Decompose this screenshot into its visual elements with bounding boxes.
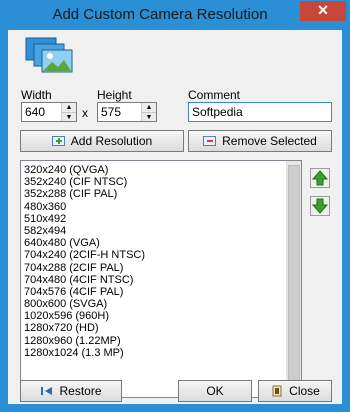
list-item[interactable]: 704x576 (4CIF PAL) <box>23 286 285 298</box>
list-item[interactable]: 1280x1024 (1.3 MP) <box>23 347 285 359</box>
resolution-list[interactable]: 320x240 (QVGA) 352x240 (CIF NTSC) 352x288 … <box>20 160 302 398</box>
comment-label: Comment <box>188 88 241 102</box>
arrow-up-icon <box>311 170 329 186</box>
width-spinbox[interactable]: 640 ▲ ▼ <box>21 102 77 122</box>
ok-label: OK <box>206 384 224 398</box>
list-item[interactable]: 704x480 (4CIF NTSC) <box>23 274 285 286</box>
list-item[interactable]: 704x240 (2CIF-H NTSC) <box>23 249 285 261</box>
title-bar: Add Custom Camera Resolution ✕ <box>0 0 350 30</box>
height-down-icon[interactable]: ▼ <box>142 113 156 122</box>
comment-input[interactable]: Softpedia <box>188 102 332 122</box>
dialog-client-area: Width 640 ▲ ▼ x Height 575 ▲ ▼ Comment S… <box>8 30 342 404</box>
remove-selected-label: Remove Selected <box>222 134 317 148</box>
list-item[interactable]: 1020x596 (960H) <box>23 310 285 322</box>
restore-label: Restore <box>59 384 102 398</box>
list-item[interactable]: 320x240 (QVGA) <box>23 164 285 176</box>
window-title: Add Custom Camera Resolution <box>52 6 268 23</box>
camera-resolution-icon <box>25 37 73 73</box>
list-item[interactable]: 582x494 <box>23 225 285 237</box>
list-item[interactable]: 640x480 (VGA) <box>23 237 285 249</box>
add-resolution-button[interactable]: Add Resolution <box>20 130 184 152</box>
ok-button[interactable]: OK <box>178 380 252 402</box>
list-item[interactable]: 800x600 (SVGA) <box>23 298 285 310</box>
height-label: Height <box>97 88 132 102</box>
restore-button[interactable]: Restore <box>20 380 122 402</box>
close-label: Close <box>289 384 320 398</box>
width-value[interactable]: 640 <box>25 105 45 119</box>
width-label: Width <box>21 88 52 102</box>
move-up-button[interactable] <box>310 168 330 188</box>
height-up-icon[interactable]: ▲ <box>142 103 156 113</box>
remove-icon <box>203 136 217 146</box>
height-spinbox[interactable]: 575 ▲ ▼ <box>97 102 157 122</box>
add-resolution-label: Add Resolution <box>70 134 153 148</box>
height-spin-arrows[interactable]: ▲ ▼ <box>141 103 156 121</box>
move-down-button[interactable] <box>310 196 330 216</box>
close-button[interactable]: Close <box>258 380 332 402</box>
list-item[interactable]: 480x360 <box>23 201 285 213</box>
list-item[interactable]: 352x288 (CIF PAL) <box>23 188 285 200</box>
list-item[interactable]: 352x240 (CIF NTSC) <box>23 176 285 188</box>
height-value[interactable]: 575 <box>101 105 121 119</box>
width-up-icon[interactable]: ▲ <box>62 103 76 113</box>
dimension-separator: x <box>82 106 88 120</box>
list-item[interactable]: 510x492 <box>23 213 285 225</box>
remove-selected-button[interactable]: Remove Selected <box>188 130 332 152</box>
window-close-button[interactable]: ✕ <box>300 1 346 21</box>
scrollbar-thumb[interactable] <box>288 165 300 389</box>
dialog-window: Add Custom Camera Resolution ✕ Width 640… <box>0 0 350 412</box>
width-spin-arrows[interactable]: ▲ ▼ <box>61 103 76 121</box>
add-icon <box>51 136 65 146</box>
list-item[interactable]: 704x288 (2CIF PAL) <box>23 262 285 274</box>
arrow-down-icon <box>311 198 329 214</box>
list-scrollbar[interactable] <box>286 161 301 397</box>
resolution-list-items: 320x240 (QVGA) 352x240 (CIF NTSC) 352x288 … <box>23 164 285 359</box>
restore-icon <box>41 387 53 395</box>
list-item[interactable]: 1280x720 (HD) <box>23 322 285 334</box>
width-down-icon[interactable]: ▼ <box>62 113 76 122</box>
list-item[interactable]: 1280x960 (1.22MP) <box>23 335 285 347</box>
comment-value[interactable]: Softpedia <box>192 105 243 119</box>
close-icon <box>272 385 282 397</box>
